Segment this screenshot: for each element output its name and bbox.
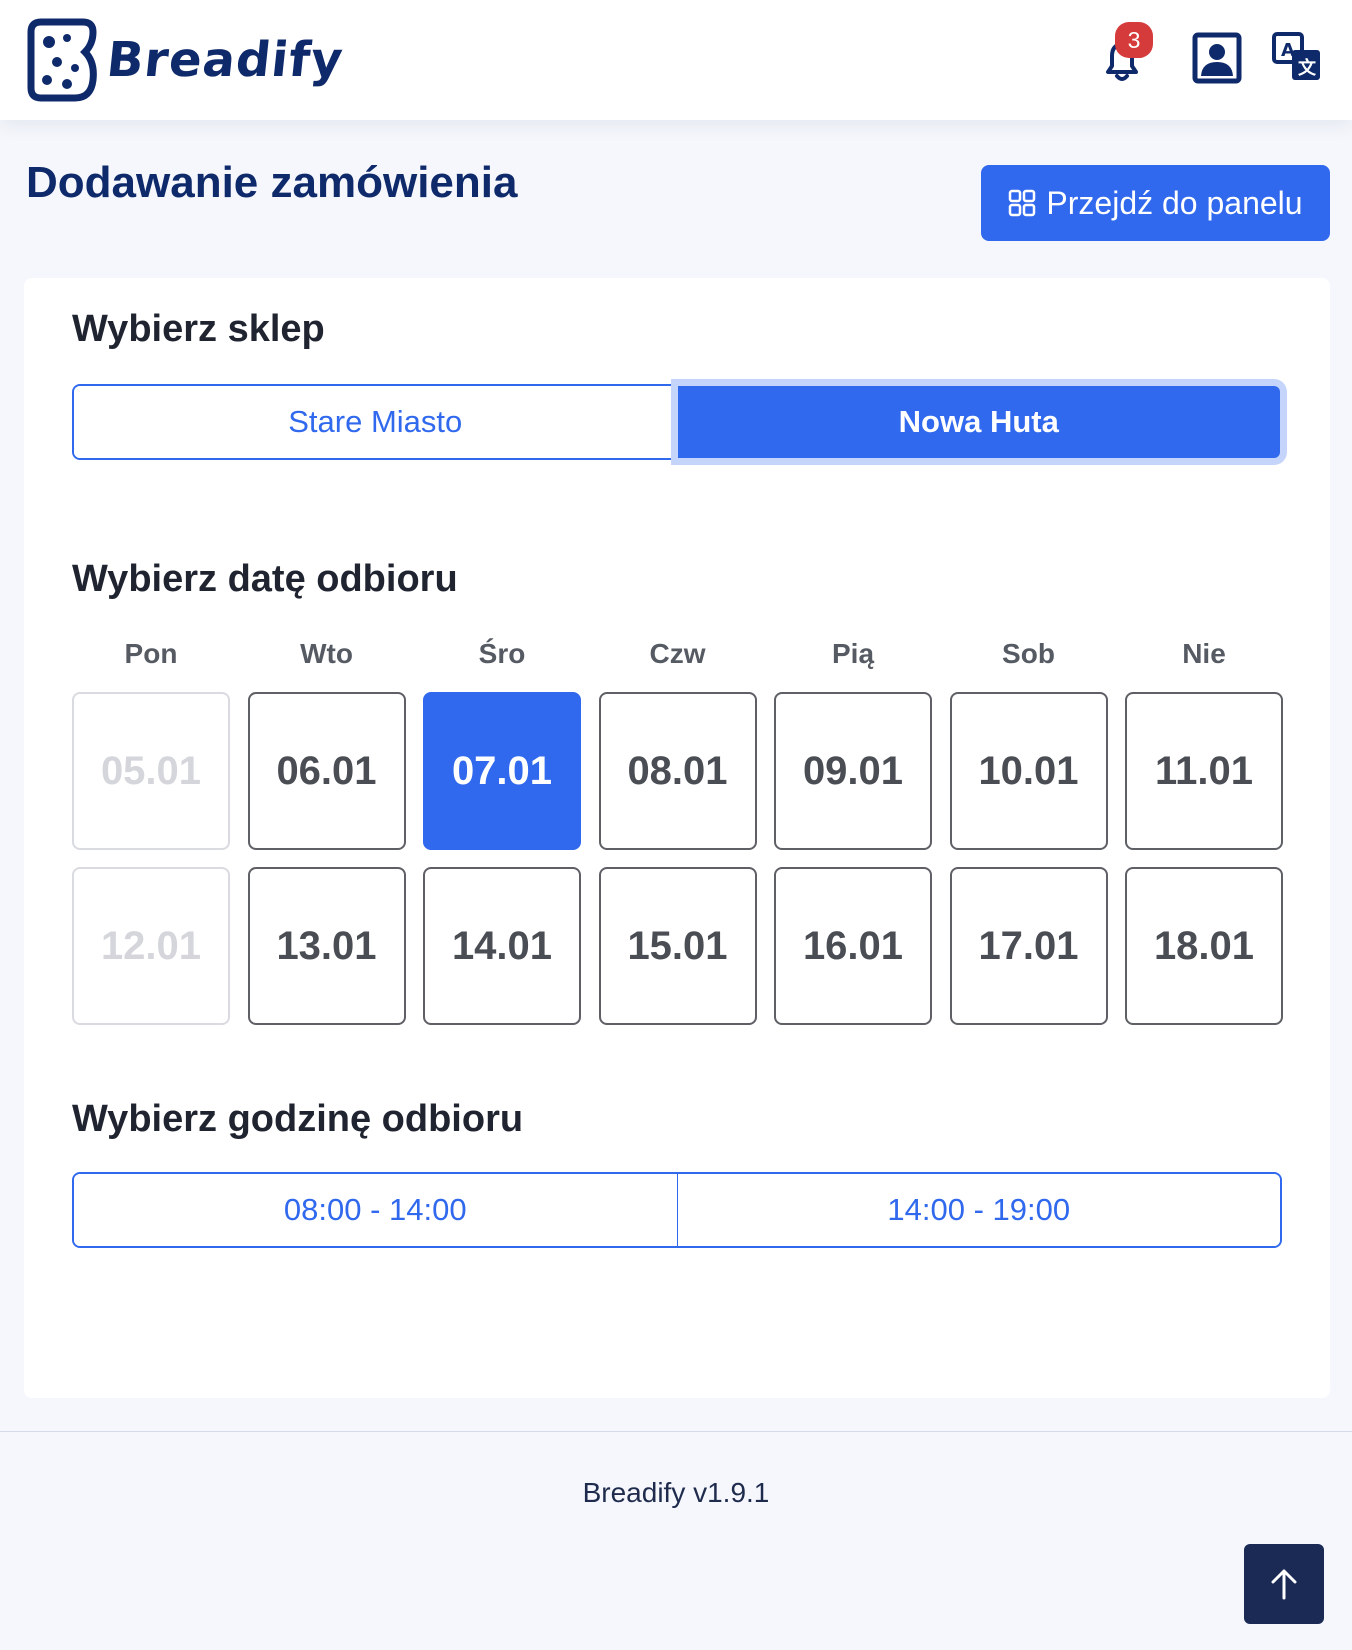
logo-text: Breadify [104, 32, 347, 88]
time-option-morning[interactable]: 08:00 - 14:00 [74, 1174, 678, 1246]
top-header: Breadify 3 A 文 [0, 0, 1352, 120]
date-cell-selected[interactable]: 07.01 [423, 692, 581, 850]
weekday-label: Czw [649, 638, 706, 669]
date-cell[interactable]: 17.01 [949, 867, 1108, 1025]
go-to-panel-label: Przejdź do panelu [1046, 184, 1303, 221]
date-cell[interactable]: 15.01 [598, 867, 757, 1025]
breadify-logo[interactable]: Breadify [27, 18, 347, 102]
weekday-label: Nie [1182, 638, 1226, 669]
date-cell[interactable]: 10.01 [949, 692, 1108, 850]
weekday-label: Wto [300, 638, 353, 669]
app-version: Breadify v1.9.1 [582, 1477, 770, 1508]
svg-text:文: 文 [1298, 57, 1317, 79]
go-to-panel-button[interactable]: Przejdź do panelu [981, 165, 1330, 241]
scroll-to-top-button[interactable] [1244, 1544, 1324, 1624]
date-grid: 05.01 06.01 07.01 08.01 09.01 10.01 11.0… [72, 692, 1283, 1025]
date-cell[interactable]: 13.01 [247, 867, 406, 1025]
weekday-label: Sob [1002, 638, 1055, 669]
weekday-label: Śro [478, 638, 526, 669]
weekday-label: Pon [124, 638, 178, 669]
date-cell-disabled: 12.01 [72, 867, 230, 1025]
date-cell[interactable]: 18.01 [1125, 867, 1283, 1025]
bread-logo-icon [27, 18, 97, 102]
grid-icon [1009, 189, 1036, 217]
date-cell[interactable]: 11.01 [1125, 692, 1283, 850]
footer-divider [0, 1431, 1352, 1432]
store-selector: Stare Miasto Nowa Huta [72, 384, 1282, 460]
order-form-card: Wybierz sklep Stare Miasto Nowa Huta Wyb… [24, 278, 1330, 1398]
translate-icon[interactable]: A 文 [1272, 32, 1322, 82]
time-option-afternoon[interactable]: 14:00 - 19:00 [677, 1174, 1280, 1246]
date-cell[interactable]: 14.01 [423, 867, 581, 1025]
date-cell[interactable]: 06.01 [247, 692, 406, 850]
notification-badge: 3 [1115, 22, 1153, 58]
weekday-header: Pon Wto Śro Czw Pią Sob Nie [72, 638, 1282, 670]
time-section-title: Wybierz godzinę odbioru [72, 1098, 524, 1140]
date-cell-disabled: 05.01 [72, 692, 230, 850]
date-cell[interactable]: 08.01 [598, 692, 757, 850]
weekday-label: Pią [831, 638, 875, 669]
page-title: Dodawanie zamówienia [26, 158, 518, 207]
time-selector: 08:00 - 14:00 14:00 - 19:00 [72, 1172, 1282, 1248]
date-section-title: Wybierz datę odbioru [72, 558, 458, 600]
date-cell[interactable]: 16.01 [774, 867, 932, 1025]
store-option-nowa-huta[interactable]: Nowa Huta [677, 386, 1280, 458]
user-profile-icon[interactable] [1192, 32, 1242, 84]
store-section-title: Wybierz sklep [72, 308, 325, 350]
arrow-up-icon [1271, 1569, 1297, 1600]
store-option-stare-miasto[interactable]: Stare Miasto [74, 386, 678, 458]
date-cell[interactable]: 09.01 [774, 692, 932, 850]
